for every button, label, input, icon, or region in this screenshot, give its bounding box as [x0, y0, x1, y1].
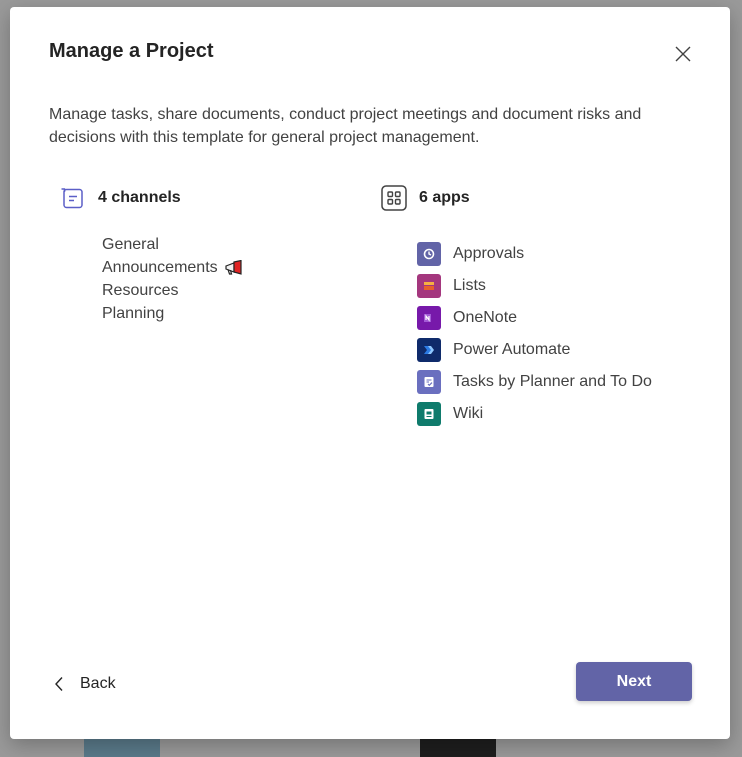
- back-button[interactable]: Back: [54, 669, 116, 699]
- channel-list-icon: [60, 185, 86, 211]
- background-card-image: [84, 738, 160, 757]
- list-item: Approvals: [417, 238, 652, 270]
- close-icon: [675, 46, 691, 62]
- back-label: Back: [80, 675, 116, 692]
- manage-project-dialog: Manage a Project Manage tasks, share doc…: [10, 7, 730, 739]
- channel-name: General: [102, 236, 159, 253]
- approvals-icon: [417, 242, 441, 266]
- channel-name: Planning: [102, 305, 165, 322]
- channel-list: General Announcements Resources Planning: [102, 233, 244, 325]
- list-item: Wiki: [417, 398, 652, 430]
- app-name: Approvals: [453, 245, 525, 262]
- channels-header: 4 channels: [60, 185, 181, 211]
- chevron-left-icon: [55, 677, 63, 691]
- list-item: Planning: [102, 302, 244, 325]
- app-name: Power Automate: [453, 341, 571, 358]
- tasks-icon: [417, 370, 441, 394]
- megaphone-icon: [225, 259, 242, 275]
- apps-header: 6 apps: [381, 185, 470, 211]
- apps-grid-icon: [381, 185, 407, 211]
- power-automate-icon: [417, 338, 441, 362]
- next-button[interactable]: Next: [576, 662, 692, 701]
- list-item: OneNote: [417, 302, 652, 334]
- channel-name: Announcements: [102, 259, 218, 276]
- app-name: Wiki: [453, 405, 484, 422]
- list-item: Tasks by Planner and To Do: [417, 366, 652, 398]
- list-item: Resources: [102, 279, 244, 302]
- dialog-title: Manage a Project: [49, 40, 214, 62]
- channels-heading: 4 channels: [98, 189, 181, 206]
- list-item: Power Automate: [417, 334, 652, 366]
- apps-heading: 6 apps: [419, 189, 470, 206]
- onenote-icon: [417, 306, 441, 330]
- lists-icon: [417, 274, 441, 298]
- channel-name: Resources: [102, 282, 179, 299]
- close-button[interactable]: [670, 41, 696, 67]
- app-name: Lists: [453, 277, 486, 294]
- app-list: Approvals Lists OneNote Power Automate T…: [417, 238, 652, 430]
- dialog-description: Manage tasks, share documents, conduct p…: [49, 106, 642, 146]
- app-name: Tasks by Planner and To Do: [453, 373, 652, 390]
- app-name: OneNote: [453, 309, 518, 326]
- wiki-icon: [417, 402, 441, 426]
- list-item: Lists: [417, 270, 652, 302]
- list-item: General: [102, 233, 244, 256]
- background-card-image: [420, 738, 496, 757]
- list-item: Announcements: [102, 256, 244, 279]
